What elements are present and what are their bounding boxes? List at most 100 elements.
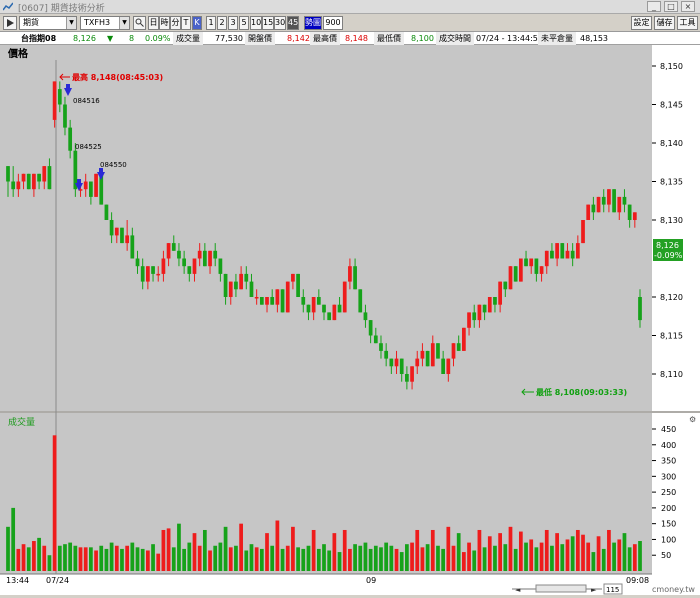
tools-button[interactable]: 工具 — [677, 16, 698, 30]
volume-label: 成交量 — [173, 32, 203, 45]
mode-value-input[interactable]: 900 — [323, 16, 343, 30]
volume-bar — [259, 548, 264, 571]
candle-body — [560, 243, 565, 259]
volume-bar — [296, 547, 300, 571]
x-label-end: 09:08 — [626, 576, 649, 585]
price-tick-label: 8,145 — [660, 101, 683, 110]
volume-bar — [622, 533, 627, 571]
candle — [285, 281, 290, 313]
candle-body — [601, 196, 606, 205]
candle — [327, 312, 332, 321]
save-button[interactable]: 儲存 — [654, 16, 675, 30]
volume-bar — [109, 542, 114, 571]
volume-bar — [275, 520, 280, 571]
candle-body — [202, 250, 207, 267]
close-button[interactable]: × — [681, 1, 695, 12]
candle — [560, 243, 565, 259]
period-button-10[interactable]: 10 — [250, 16, 262, 30]
volume-bar — [6, 526, 10, 571]
candle-body — [342, 281, 347, 313]
volume-bar — [197, 545, 202, 571]
volume-bar — [244, 550, 249, 571]
volume-bar — [254, 547, 259, 571]
candle-body — [130, 235, 135, 259]
candle-body — [208, 250, 212, 267]
volume-bar — [156, 553, 161, 571]
chart-area[interactable]: 價格 成交量 8,150 8,145 8,140 8,135 8,130 8,120 8,1… — [0, 45, 700, 595]
candle-body — [555, 243, 559, 259]
volume-bar — [410, 542, 414, 571]
candle-body — [384, 350, 389, 359]
period-button-5[interactable]: 5 — [239, 16, 249, 30]
volume-tick-label: 100 — [661, 535, 676, 544]
search-icon[interactable] — [133, 16, 146, 30]
symbol-select[interactable]: TXFH3 ▼ — [80, 16, 130, 30]
interval-hour-button[interactable]: 時 — [159, 16, 170, 30]
minimize-button[interactable]: _ — [647, 1, 661, 12]
candle-body — [83, 181, 88, 190]
marker-label-1: 084516 — [73, 97, 100, 105]
scroll-thumb[interactable] — [535, 584, 587, 593]
candle-body — [638, 297, 642, 321]
volume-bar — [451, 545, 456, 571]
volume-panel-label: 成交量 — [8, 416, 35, 428]
volume-bar — [544, 529, 549, 571]
volume-bar — [508, 526, 513, 571]
settings-icon[interactable]: ⚙ — [689, 415, 696, 424]
maximize-button[interactable]: □ — [664, 1, 678, 12]
settings-button[interactable]: 設定 — [631, 16, 652, 30]
interval-tick-button[interactable]: T — [181, 16, 191, 30]
volume-bar — [301, 548, 306, 571]
volume-bar — [135, 547, 140, 571]
period-button-15[interactable]: 15 — [262, 16, 274, 30]
candle-body — [446, 358, 451, 374]
last-price: 8,126 — [73, 34, 96, 43]
category-select[interactable]: 期貨 ▼ — [19, 16, 77, 30]
interval-minute-button[interactable]: 分 — [170, 16, 181, 30]
x-label-date: 07/24 — [46, 576, 69, 585]
candle-body — [192, 258, 197, 274]
period-button-30[interactable]: 30 — [274, 16, 286, 30]
volume-bar — [384, 542, 389, 571]
period-button-3[interactable]: 3 — [228, 16, 238, 30]
candle-body — [441, 358, 446, 374]
current-price-tag: 8,126 -0.09% — [653, 239, 683, 261]
kline-toggle-button[interactable]: K — [192, 16, 202, 30]
candle-body — [420, 350, 425, 359]
candle-body — [622, 196, 627, 205]
period-button-1[interactable]: 1 — [206, 16, 216, 30]
candle-body — [301, 297, 306, 305]
candle-body — [632, 212, 637, 220]
play-icon[interactable] — [3, 16, 17, 30]
category-select-value: 期貨 — [23, 18, 39, 27]
volume-bar — [270, 545, 275, 571]
volume-bar — [89, 547, 93, 571]
candle-body — [94, 173, 98, 197]
candle-body — [228, 281, 233, 297]
volume-bar — [456, 533, 461, 571]
candle-body — [410, 366, 414, 382]
candle — [26, 173, 31, 190]
price-tick-label: 8,135 — [660, 178, 683, 187]
price-tick-label: 8,115 — [660, 332, 683, 341]
interval-day-button[interactable]: 日 — [148, 16, 159, 30]
candle-body — [399, 358, 404, 374]
mode-label[interactable]: 勢圖 — [304, 16, 322, 30]
candle-body — [21, 173, 26, 182]
open-label: 開盤價 — [245, 32, 275, 45]
volume-bar — [379, 547, 383, 571]
kline-chart-svg[interactable]: 價格 成交量 8,150 8,145 8,140 8,135 8,130 8,120 8,1… — [0, 45, 700, 595]
volume-bar — [596, 536, 601, 571]
low-note: 最低 8,108(09:03:33) — [536, 387, 627, 397]
scroll-left-icon[interactable]: ◄ — [515, 586, 521, 594]
volume-bar — [249, 544, 254, 571]
candle — [73, 143, 78, 197]
volume-bar — [627, 547, 632, 571]
candle-body — [493, 297, 497, 305]
candle-body — [529, 258, 534, 267]
volume-bar — [612, 542, 616, 571]
volume-bar — [228, 547, 233, 571]
scroll-right-icon[interactable]: ► — [591, 586, 597, 594]
period-button-2[interactable]: 2 — [217, 16, 227, 30]
period-button-45[interactable]: 45 — [287, 16, 299, 30]
